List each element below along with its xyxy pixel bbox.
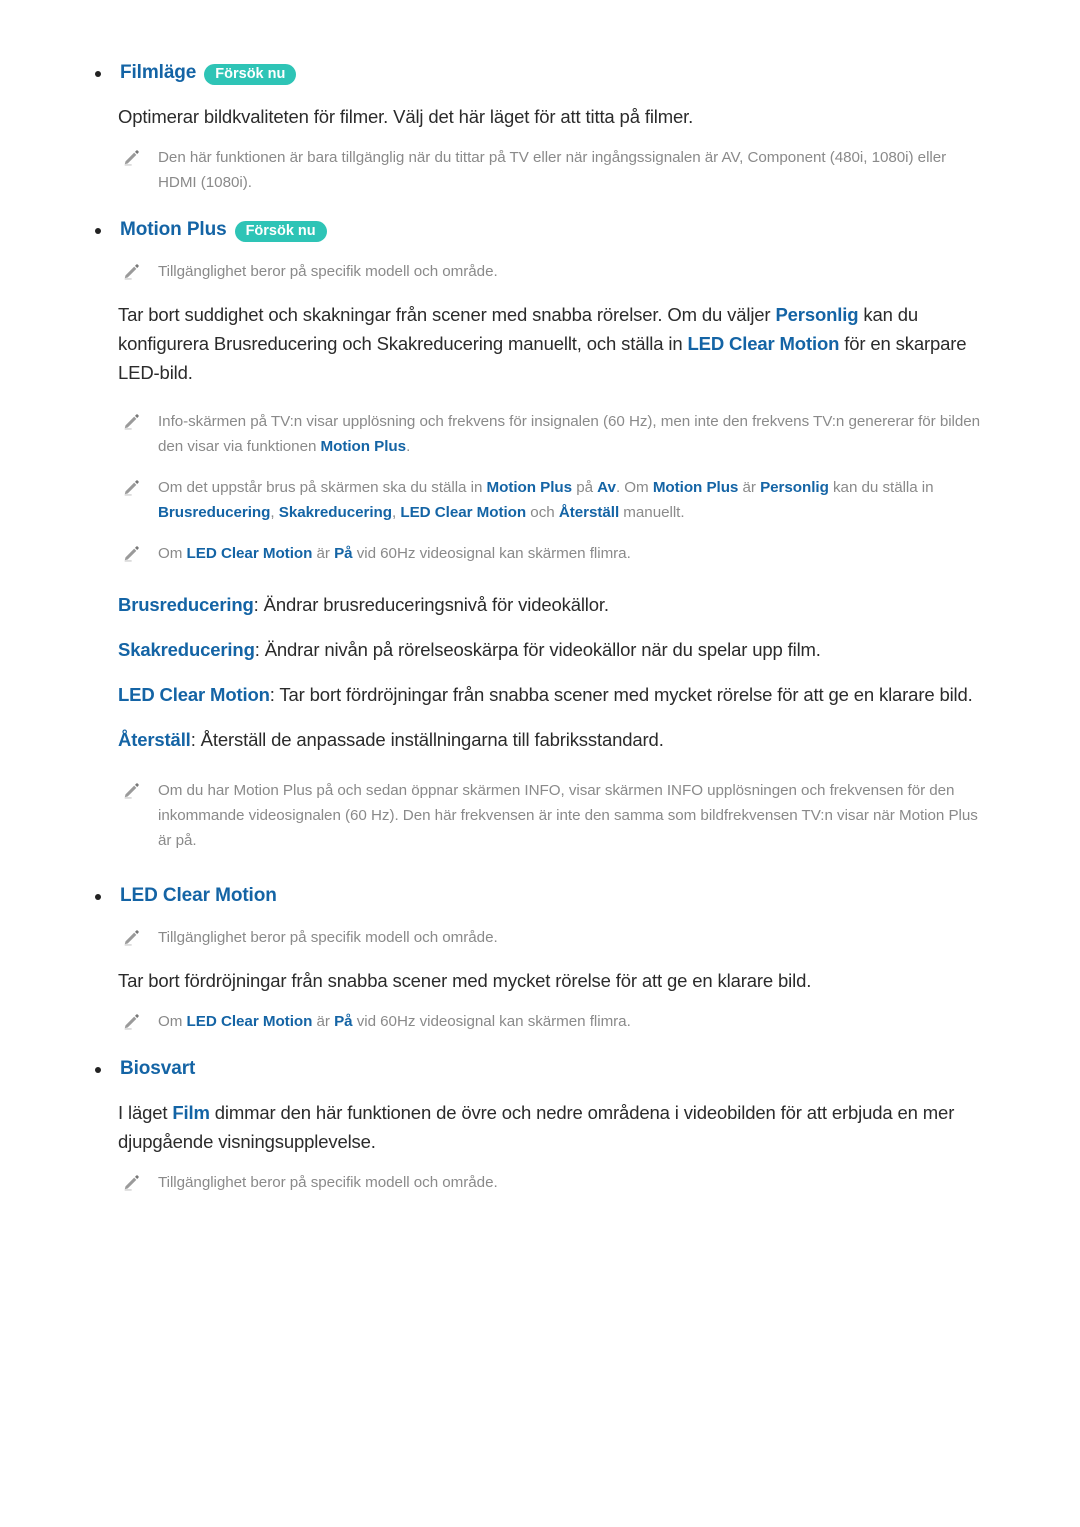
definition-term: Återställ: [118, 729, 191, 750]
note-text: på: [572, 479, 598, 496]
text-fragment: I läget: [118, 1102, 173, 1123]
pencil-icon: [122, 477, 142, 497]
definition-term: LED Clear Motion: [118, 684, 270, 705]
try-now-badge-filmlage[interactable]: Försök nu: [204, 64, 297, 85]
note-motion-plus-info-frequency: Om du har Motion Plus på och sedan öppna…: [60, 778, 1020, 853]
definition-term: Skakreducering: [118, 639, 255, 660]
note-text: manuellt.: [619, 504, 685, 521]
inline-term-brusreducering: Brusreducering: [158, 504, 271, 521]
pencil-icon: [122, 543, 142, 563]
note-motion-plus-info-screen: Info-skärmen på TV:n visar upplösning oc…: [60, 409, 1020, 459]
note-motion-plus-noise: Om det uppstår brus på skärmen ska du st…: [60, 475, 1020, 525]
pencil-icon: [122, 1011, 142, 1031]
definition-led-clear-motion: LED Clear Motion: Tar bort fördröjningar…: [60, 680, 1020, 709]
pencil-icon: [122, 927, 142, 947]
pencil-icon: [122, 780, 142, 800]
inline-term-led-clear-motion: LED Clear Motion: [186, 545, 313, 562]
note-text: .: [406, 438, 411, 455]
body-paragraph-led-clear-motion: Tar bort fördröjningar från snabba scene…: [118, 970, 812, 991]
note-filmlage-availability: Den här funktionen är bara tillgänglig n…: [60, 145, 1020, 195]
note-text: . Om: [615, 479, 653, 496]
heading-label-biosvart: Biosvart: [120, 1058, 196, 1079]
inline-term-led-clear-motion: LED Clear Motion: [400, 504, 527, 521]
note-motion-plus-flicker: Om LED Clear Motion är På vid 60Hz video…: [60, 541, 1020, 566]
note-text: kan du ställa in: [828, 479, 934, 496]
note-text: ,: [270, 504, 279, 521]
inline-term-aterstall: Återställ: [558, 504, 620, 521]
inline-term-led-clear-motion: LED Clear Motion: [687, 333, 840, 354]
note-text: Den här funktionen är bara tillgänglig n…: [158, 149, 947, 191]
definition-text: : Ändrar nivån på rörelseoskärpa för vid…: [254, 639, 821, 660]
note-biosvart-availability: Tillgänglighet beror på specifik modell …: [60, 1170, 1020, 1195]
definition-text: : Ändrar brusreduceringsnivå för videokä…: [253, 594, 609, 615]
note-text: Tillgänglighet beror på specifik modell …: [158, 263, 498, 280]
inline-term-skakreducering: Skakreducering: [278, 504, 393, 521]
note-text: vid 60Hz videosignal kan skärmen flimra.: [352, 545, 631, 562]
note-text: Om: [158, 545, 187, 562]
note-text: är: [738, 479, 761, 496]
note-led-clear-motion-flicker: Om LED Clear Motion är På vid 60Hz video…: [60, 1009, 1020, 1034]
inline-term-film: Film: [172, 1102, 210, 1123]
note-motion-plus-availability: Tillgänglighet beror på specifik modell …: [60, 259, 1020, 284]
inline-term-personlig: Personlig: [775, 304, 859, 325]
heading-label-led-clear-motion: LED Clear Motion: [120, 885, 277, 906]
section-heading-biosvart: Biosvart: [60, 1058, 1020, 1084]
note-text: är: [312, 545, 335, 562]
note-text: och: [526, 504, 559, 521]
heading-label-motion-plus: Motion Plus: [120, 219, 227, 240]
definition-brusreducering: Brusreducering: Ändrar brusreduceringsni…: [60, 590, 1020, 619]
try-now-badge-motion-plus[interactable]: Försök nu: [234, 221, 327, 242]
text-fragment: dimmar den här funktionen de övre och ne…: [118, 1102, 955, 1152]
inline-term-personlig: Personlig: [760, 479, 829, 496]
inline-term-motion-plus: Motion Plus: [652, 479, 739, 496]
inline-term-motion-plus: Motion Plus: [320, 438, 407, 455]
note-text: Om: [158, 1013, 187, 1030]
note-text: Info-skärmen på TV:n visar upplösning oc…: [158, 413, 981, 455]
pencil-icon: [122, 261, 142, 281]
note-text: Om du har Motion Plus på och sedan öppna…: [158, 782, 978, 849]
note-text: Om det uppstår brus på skärmen ska du st…: [158, 479, 487, 496]
text-fragment: Tar bort suddighet och skakningar från s…: [118, 304, 776, 325]
note-led-clear-motion-availability: Tillgänglighet beror på specifik modell …: [60, 925, 1020, 950]
definition-skakreducering: Skakreducering: Ändrar nivån på rörelseo…: [60, 635, 1020, 664]
heading-label-filmlage: Filmläge: [120, 62, 197, 83]
note-text: är: [312, 1013, 335, 1030]
definition-text: : Återställ de anpassade inställningarna…: [190, 729, 664, 750]
definition-text: : Tar bort fördröjningar från snabba sce…: [269, 684, 973, 705]
inline-term-av: Av: [597, 479, 616, 496]
pencil-icon: [122, 411, 142, 431]
section-heading-motion-plus: Motion Plus Försök nu: [60, 219, 1020, 245]
inline-term-led-clear-motion: LED Clear Motion: [186, 1013, 313, 1030]
pencil-icon: [122, 1172, 142, 1192]
note-text: Tillgänglighet beror på specifik modell …: [158, 1174, 498, 1191]
definition-aterstall: Återställ: Återställ de anpassade instäl…: [60, 725, 1020, 754]
inline-term-motion-plus: Motion Plus: [486, 479, 573, 496]
note-text: vid 60Hz videosignal kan skärmen flimra.: [352, 1013, 631, 1030]
section-heading-led-clear-motion: LED Clear Motion: [60, 885, 1020, 911]
definition-term: Brusreducering: [118, 594, 254, 615]
inline-term-pa: På: [334, 1013, 353, 1030]
inline-term-pa: På: [334, 545, 353, 562]
body-paragraph-biosvart: I läget Film dimmar den här funktionen d…: [60, 1098, 1020, 1156]
body-paragraph-filmlage: Optimerar bildkvaliteten för filmer. Väl…: [118, 106, 694, 127]
body-paragraph-motion-plus: Tar bort suddighet och skakningar från s…: [60, 300, 1020, 387]
pencil-icon: [122, 147, 142, 167]
section-heading-filmlage: Filmläge Försök nu: [60, 62, 1020, 88]
document-page: Filmläge Försök nu Optimerar bildkvalite…: [0, 0, 1080, 1527]
note-text: Tillgänglighet beror på specifik modell …: [158, 929, 498, 946]
